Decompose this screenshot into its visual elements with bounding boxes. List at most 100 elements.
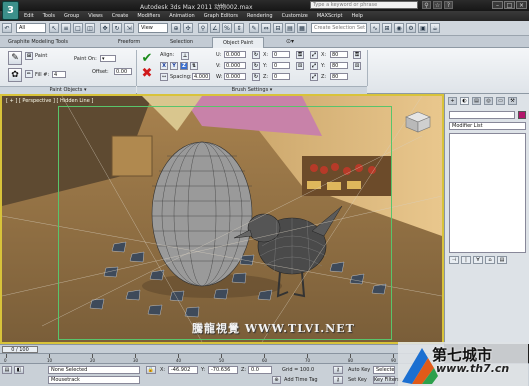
selection-set-input[interactable]: Create Selection Set (311, 23, 367, 33)
key-icon[interactable]: ⚷ (333, 366, 343, 374)
pencil-icon[interactable]: ✏ (25, 70, 33, 78)
tab-modify-icon[interactable]: ◐ (460, 97, 469, 105)
render-icon[interactable]: ☕ (430, 23, 440, 33)
undo-icon[interactable]: ↶ (2, 23, 12, 33)
align-normal-icon[interactable]: ⊥ (181, 52, 189, 60)
ribbon-minimize-icon[interactable]: ⊙▾ (286, 38, 294, 45)
commit-check-icon[interactable]: ✔ (140, 52, 154, 67)
remove-modifier-icon[interactable]: ⌂ (485, 256, 495, 264)
configure-sets-icon[interactable]: ▤ (497, 256, 507, 264)
set-key-button[interactable]: Set Key (348, 377, 367, 383)
align-icon[interactable]: ⊟ (273, 23, 283, 33)
rotation-lock-icon[interactable]: ⚿ (296, 51, 304, 59)
object-name-input[interactable] (449, 111, 515, 119)
scale-y-input[interactable]: 80 (330, 62, 348, 69)
select-by-name-icon[interactable]: ≡ (61, 23, 71, 33)
curve-editor-icon[interactable]: ∿ (370, 23, 380, 33)
rot-x-input[interactable]: 0 (272, 51, 290, 58)
pin-stack-icon[interactable]: ⊣ (449, 256, 459, 264)
paint-on-select[interactable]: ▾ (100, 55, 116, 62)
star-icon[interactable]: ☆ (433, 1, 442, 9)
coord-z-field[interactable]: 0.0 (248, 366, 272, 374)
schematic-view-icon[interactable]: ⊞ (382, 23, 392, 33)
menu-item-rendering[interactable]: Rendering (247, 13, 273, 19)
scale-icon[interactable]: ⇲ (124, 23, 134, 33)
maximize-icon[interactable]: □ (504, 1, 515, 9)
scale-z-input[interactable]: 80 (330, 73, 348, 80)
viewcube-icon[interactable] (404, 110, 432, 134)
menu-item-animation[interactable]: Animation (169, 13, 195, 19)
edit-named-selection-icon[interactable]: ✎ (249, 23, 259, 33)
layer-icon[interactable]: ▤ (285, 23, 295, 33)
graphite-toggle-icon[interactable]: ▦ (297, 23, 307, 33)
search-input[interactable]: Type a keyword or phrase (310, 1, 418, 9)
percent-snap-icon[interactable]: % (222, 23, 232, 33)
rot-y-input[interactable]: 0 (272, 62, 290, 69)
help-icon[interactable]: ? (444, 1, 453, 9)
scale-lock-icon[interactable]: ⚿ (353, 51, 361, 59)
rotate-icon[interactable]: ↻ (112, 23, 122, 33)
fill-icon[interactable]: ✿ (8, 68, 22, 82)
modifier-list-select[interactable]: Modifier List (449, 122, 526, 130)
tab-hierarchy-icon[interactable]: ▤ (472, 97, 481, 105)
coord-x-field[interactable]: -46.902 (168, 366, 198, 374)
perspective-viewport[interactable]: [ + ] [ Perspective ] [ Hidden Line ] 騰龍… (0, 94, 444, 344)
close-icon[interactable]: × (516, 1, 527, 9)
flip-axis-icon[interactable]: ⇅ (190, 62, 198, 70)
paint-objects-icon[interactable]: ✎ (8, 51, 22, 65)
binoculars-icon[interactable]: ⚲ (422, 1, 431, 9)
viewport-label[interactable]: [ + ] [ Perspective ] [ Hidden Line ] (6, 98, 93, 104)
rotate-y-icon[interactable]: ↻ (252, 62, 260, 70)
reference-coord-select[interactable]: View (138, 23, 168, 33)
tab-graphite-modeling-tools[interactable]: Graphite Modeling Tools (8, 39, 68, 45)
tab-selection[interactable]: Selection (170, 39, 193, 45)
add-time-tag[interactable]: Add Time Tag (284, 377, 318, 383)
menu-item-maxscript[interactable]: MAXScript (317, 13, 343, 19)
menu-item-group[interactable]: Group (64, 13, 79, 19)
set-key-icon[interactable]: ⚷ (333, 376, 343, 384)
axis-x-button[interactable]: X (160, 62, 168, 70)
menu-item-customize[interactable]: Customize (282, 13, 308, 19)
material-editor-icon[interactable]: ◉ (394, 23, 404, 33)
app-logo-icon[interactable]: 3 (2, 1, 19, 20)
offset-input[interactable]: 0.00 (114, 68, 132, 75)
pick-objects-icon[interactable]: ⊞ (25, 52, 33, 60)
w-offset-input[interactable]: 0.000 (224, 73, 246, 80)
tab-motion-icon[interactable]: ◎ (484, 97, 493, 105)
tab-object-paint[interactable]: Object Paint (212, 37, 265, 48)
scale-random-icon[interactable]: ⚄ (353, 62, 361, 70)
spacing-input[interactable]: 4.000 (192, 73, 210, 80)
v-offset-input[interactable]: 0.000 (224, 62, 246, 69)
paint-objects-group-footer[interactable]: Paint Objects ▾ (0, 86, 136, 94)
menu-item-tools[interactable]: Tools (43, 13, 55, 19)
spinner-snap-icon[interactable]: ⇕ (234, 23, 244, 33)
key-filters-button[interactable]: Key Filters... (373, 376, 404, 384)
auto-key-button[interactable]: Auto Key (348, 367, 370, 373)
mirror-icon[interactable]: ⇔ (261, 23, 271, 33)
scale-x-input[interactable]: 80 (330, 51, 348, 58)
object-color-swatch[interactable] (518, 111, 526, 119)
make-unique-icon[interactable]: ∀ (473, 256, 483, 264)
selected-select[interactable]: Selected (373, 366, 395, 374)
select-object-icon[interactable]: ↖ (49, 23, 59, 33)
tab-display-icon[interactable]: ▭ (496, 97, 505, 105)
snap-icon[interactable]: ⚲ (198, 23, 208, 33)
cancel-x-icon[interactable]: ✖ (140, 67, 154, 82)
menu-item-graph-editors[interactable]: Graph Editors (204, 13, 238, 19)
rot-z-input[interactable]: 0 (272, 73, 290, 80)
menu-item-views[interactable]: Views (88, 13, 102, 19)
tab-create-icon[interactable]: + (448, 97, 457, 105)
manipulate-icon[interactable]: ✣ (183, 23, 193, 33)
show-end-result-icon[interactable]: | (461, 256, 471, 264)
coord-y-field[interactable]: -70.636 (208, 366, 238, 374)
axis-z-button[interactable]: Z (180, 62, 188, 70)
angle-snap-icon[interactable]: ∠ (210, 23, 220, 33)
modifier-stack[interactable] (449, 133, 526, 253)
pivot-icon[interactable]: ⊕ (171, 23, 181, 33)
selection-filter-select[interactable]: All (16, 23, 46, 33)
fill-count-input[interactable]: 4 (52, 71, 66, 78)
time-slider[interactable]: 0 / 100 (0, 344, 444, 353)
minimize-icon[interactable]: – (492, 1, 503, 9)
menu-item-edit[interactable]: Edit (24, 13, 34, 19)
time-tag-icon[interactable]: ⊕ (272, 376, 281, 384)
